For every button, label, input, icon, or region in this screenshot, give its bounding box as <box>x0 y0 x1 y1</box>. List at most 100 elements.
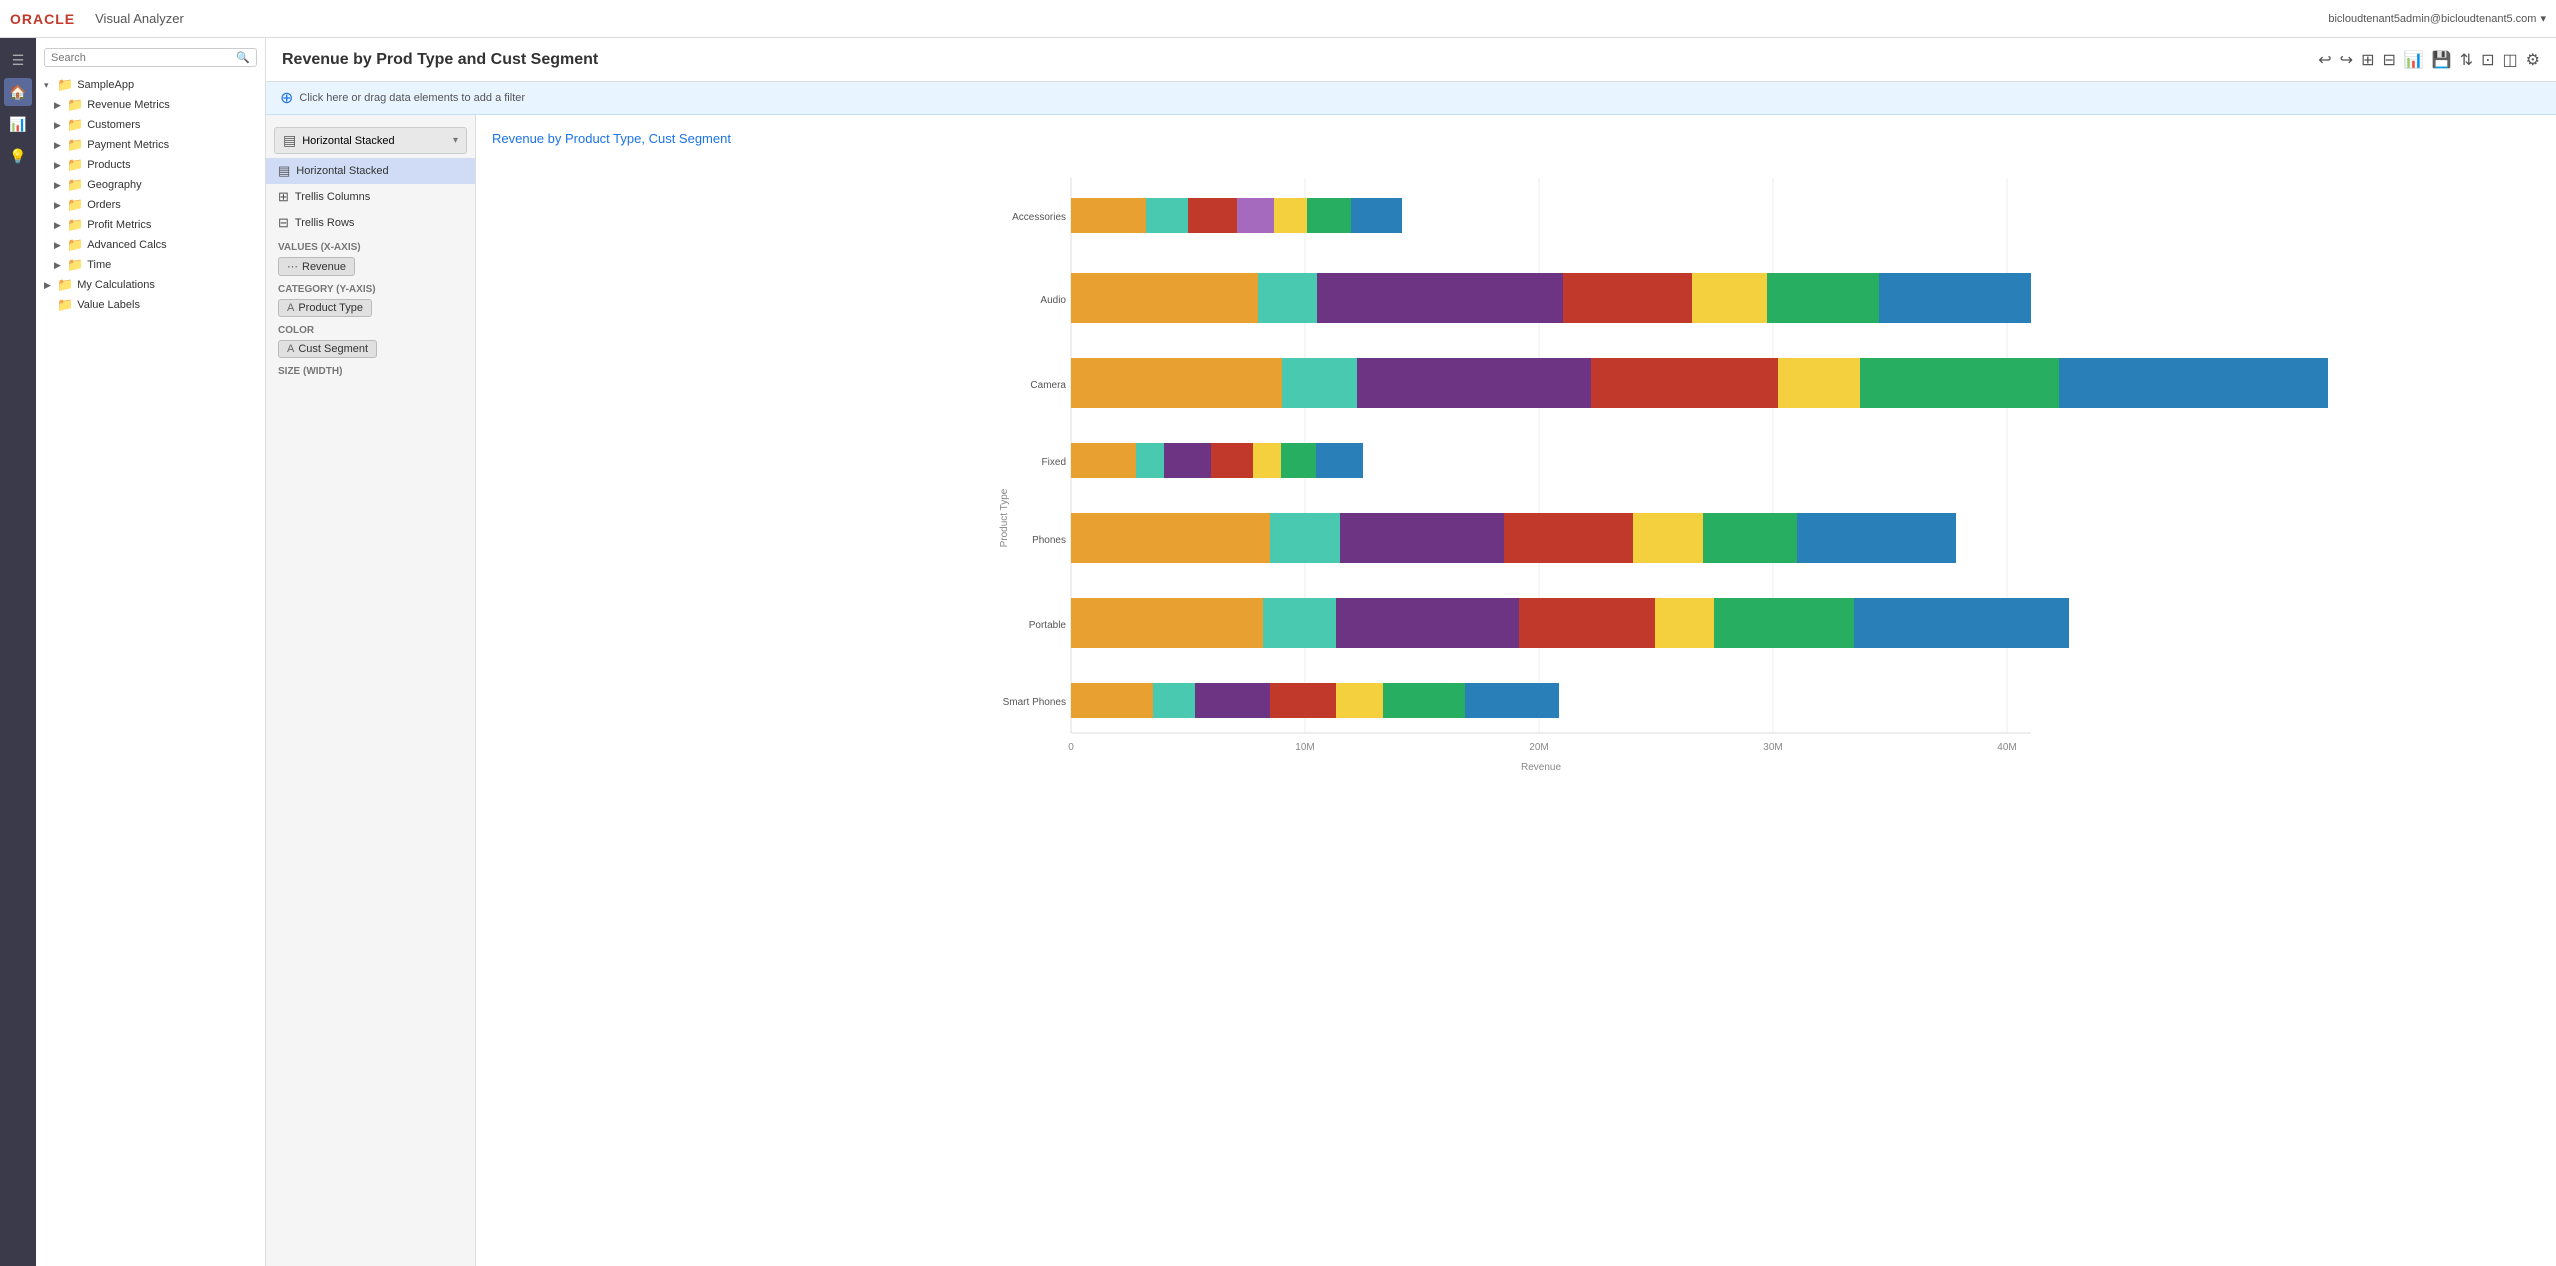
bar-segment[interactable] <box>1778 358 1860 408</box>
bar-segment[interactable] <box>1316 443 1363 478</box>
color-tag[interactable]: A Cust Segment <box>278 340 377 358</box>
tree-item-customers[interactable]: ▶ 📁 Customers <box>36 115 265 135</box>
bar-segment[interactable] <box>1071 273 1258 323</box>
bar-segment[interactable] <box>1797 513 1956 563</box>
tree-item-products[interactable]: ▶ 📁 Products <box>36 155 265 175</box>
bar-segment[interactable] <box>1146 198 1188 233</box>
bar-segment[interactable] <box>1237 198 1274 233</box>
swap-icon[interactable]: ⇅ <box>2460 50 2473 70</box>
menu-item-horizontal-stacked[interactable]: ▤ Horizontal Stacked <box>266 158 475 184</box>
bar-segment[interactable] <box>1270 683 1336 718</box>
bar-segment[interactable] <box>1282 358 1357 408</box>
bar-segment[interactable] <box>1357 358 1591 408</box>
tree-item-value-labels[interactable]: ▶ 📁 Value Labels <box>36 295 265 315</box>
bar-segment[interactable] <box>1563 273 1692 323</box>
bar-segment[interactable] <box>1270 513 1340 563</box>
bar-segment[interactable] <box>1253 443 1281 478</box>
grid-icon[interactable]: ⊡ <box>2481 50 2494 70</box>
bar-segment[interactable] <box>1136 443 1164 478</box>
bar-segment[interactable] <box>1383 683 1465 718</box>
chart-type-icon[interactable]: ⊞ <box>2361 50 2374 70</box>
tree-item-orders[interactable]: ▶ 📁 Orders <box>36 195 265 215</box>
search-input[interactable] <box>51 52 236 64</box>
bar-segment[interactable] <box>1071 443 1136 478</box>
table-icon[interactable]: ⊟ <box>2382 50 2395 70</box>
values-x-axis-label: Values (X-Axis) <box>266 236 475 255</box>
tree-item-time[interactable]: ▶ 📁 Time <box>36 255 265 275</box>
bar-segment[interactable] <box>1263 598 1336 648</box>
bar-segment[interactable] <box>1307 198 1351 233</box>
bar-segment[interactable] <box>1655 598 1714 648</box>
redo-button[interactable]: ↪ <box>2340 50 2353 70</box>
sidebar-chart-icon[interactable]: 📊 <box>4 110 32 138</box>
oracle-logo: ORACLE <box>10 11 75 27</box>
bar-segment[interactable] <box>1591 358 1778 408</box>
bar-segment[interactable] <box>1703 513 1797 563</box>
bar-segment[interactable] <box>1071 598 1263 648</box>
bar-segment[interactable] <box>1188 198 1237 233</box>
tree-root-sampleapp[interactable]: ▾ 📁 SampleApp <box>36 75 265 95</box>
bar-segment[interactable] <box>1071 683 1153 718</box>
menu-item-trellis-rows[interactable]: ⊟ Trellis Rows <box>266 210 475 236</box>
bar-segment[interactable] <box>2059 358 2328 408</box>
svg-text:Camera: Camera <box>1030 380 1066 391</box>
page-header: Revenue by Prod Type and Cust Segment ↩ … <box>266 38 2556 82</box>
category-tag[interactable]: A Product Type <box>278 299 372 317</box>
svg-text:40M: 40M <box>1997 742 2016 753</box>
sidebar-home-icon[interactable]: 🏠 <box>4 78 32 106</box>
bar-segment[interactable] <box>1692 273 1767 323</box>
tree-item-payment-metrics[interactable]: ▶ 📁 Payment Metrics <box>36 135 265 155</box>
category-tag-text: Product Type <box>298 302 363 314</box>
chart-type-label: Horizontal Stacked <box>302 135 453 147</box>
app-name: Visual Analyzer <box>95 11 184 26</box>
values-tag-text: Revenue <box>302 261 346 273</box>
settings-icon[interactable]: ⚙ <box>2526 50 2540 70</box>
bar-segment[interactable] <box>1465 683 1559 718</box>
bar-segment[interactable] <box>1879 273 2031 323</box>
tree-item-my-calculations[interactable]: ▶ 📁 My Calculations <box>36 275 265 295</box>
values-tag[interactable]: ⋯ Revenue <box>278 257 355 276</box>
bar-segment[interactable] <box>1274 198 1307 233</box>
bar-segment[interactable] <box>1071 513 1270 563</box>
menu-item-label: Horizontal Stacked <box>296 165 388 177</box>
bar-segment[interactable] <box>1258 273 1317 323</box>
bar-segment[interactable] <box>1071 358 1282 408</box>
topbar: ORACLE Visual Analyzer bicloudtenant5adm… <box>0 0 2556 38</box>
bar-segment[interactable] <box>1153 683 1195 718</box>
chart-type-dropdown[interactable]: ▤ Horizontal Stacked ▾ <box>274 127 467 154</box>
sidebar-menu-icon[interactable]: ☰ <box>4 46 32 74</box>
bar-segment[interactable] <box>1164 443 1211 478</box>
tree-item-geography[interactable]: ▶ 📁 Geography <box>36 175 265 195</box>
undo-button[interactable]: ↩ <box>2318 50 2331 70</box>
bar-segment[interactable] <box>1071 198 1146 233</box>
bar-segment[interactable] <box>1854 598 2069 648</box>
tree-item-profit-metrics[interactable]: ▶ 📁 Profit Metrics <box>36 215 265 235</box>
tree-item-advanced-calcs[interactable]: ▶ 📁 Advanced Calcs <box>36 235 265 255</box>
search-box[interactable]: 🔍 <box>44 48 257 67</box>
bar-segment[interactable] <box>1351 198 1402 233</box>
bar-segment[interactable] <box>1336 598 1519 648</box>
window-icon[interactable]: ◫ <box>2503 50 2518 70</box>
y-axis-label: Product Type <box>999 488 1010 547</box>
bar-segment[interactable] <box>1336 683 1383 718</box>
bar-segment[interactable] <box>1519 598 1655 648</box>
bar-segment[interactable] <box>1211 443 1253 478</box>
bar-segment[interactable] <box>1714 598 1854 648</box>
filter-bar[interactable]: ⊕ Click here or drag data elements to ad… <box>266 82 2556 115</box>
bar-chart-icon[interactable]: 📊 <box>2404 50 2424 70</box>
bar-segment[interactable] <box>1633 513 1703 563</box>
bar-segment[interactable] <box>1281 443 1316 478</box>
save-icon[interactable]: 💾 <box>2432 50 2452 70</box>
bar-segment[interactable] <box>1195 683 1270 718</box>
bar-segment[interactable] <box>1767 273 1879 323</box>
menu-item-label: Trellis Rows <box>295 217 355 229</box>
chart-title: Revenue by Product Type, Cust Segment <box>492 131 2540 146</box>
menu-item-trellis-columns[interactable]: ⊞ Trellis Columns <box>266 184 475 210</box>
bar-segment[interactable] <box>1504 513 1633 563</box>
sidebar-bulb-icon[interactable]: 💡 <box>4 142 32 170</box>
tree-item-revenue-metrics[interactable]: ▶ 📁 Revenue Metrics <box>36 95 265 115</box>
bar-segment[interactable] <box>1340 513 1504 563</box>
user-dropdown-icon[interactable]: ▾ <box>2540 12 2546 25</box>
bar-segment[interactable] <box>1317 273 1563 323</box>
bar-segment[interactable] <box>1860 358 2059 408</box>
